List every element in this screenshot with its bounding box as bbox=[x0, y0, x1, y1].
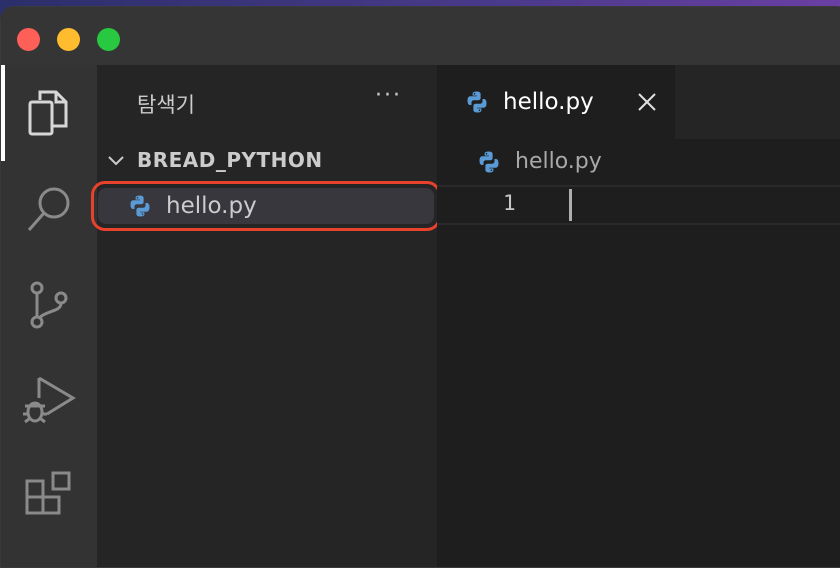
breadcrumb[interactable]: hello.py bbox=[477, 149, 602, 174]
source-control-icon bbox=[30, 281, 68, 329]
extensions-activity[interactable] bbox=[1, 449, 97, 545]
python-file-icon bbox=[130, 195, 150, 217]
minimize-window-button[interactable] bbox=[57, 28, 80, 51]
python-file-icon bbox=[479, 151, 499, 172]
tab-label: hello.py bbox=[503, 89, 594, 115]
run-debug-activity[interactable] bbox=[1, 353, 97, 449]
editor-area: hello.py hello.py 1 bbox=[437, 65, 840, 567]
chevron-down-icon bbox=[108, 156, 124, 166]
vscode-window: 탐색기 ··· BREAD_PYTHON hello.py hello.py h… bbox=[0, 6, 840, 568]
extensions-icon bbox=[25, 471, 71, 515]
python-file-icon bbox=[467, 91, 487, 113]
file-item-inner: hello.py bbox=[98, 188, 434, 224]
line-number: 1 bbox=[503, 191, 516, 215]
source-control-activity[interactable] bbox=[1, 257, 97, 353]
title-bar bbox=[1, 7, 840, 65]
close-icon[interactable] bbox=[635, 90, 659, 114]
explorer-sidebar: 탐색기 ··· BREAD_PYTHON hello.py bbox=[91, 65, 441, 567]
activity-bar bbox=[1, 65, 97, 567]
tab-hello-py[interactable]: hello.py bbox=[437, 65, 675, 139]
search-icon bbox=[27, 187, 70, 231]
breadcrumb-file: hello.py bbox=[515, 149, 602, 174]
search-activity[interactable] bbox=[1, 161, 97, 257]
more-actions-button[interactable]: ··· bbox=[375, 83, 402, 108]
folder-name: BREAD_PYTHON bbox=[137, 148, 323, 172]
zoom-window-button[interactable] bbox=[97, 28, 120, 51]
run-debug-icon bbox=[23, 376, 76, 424]
file-item-hello-py[interactable]: hello.py bbox=[91, 181, 441, 231]
editor-line[interactable]: 1 bbox=[437, 185, 840, 225]
files-icon bbox=[28, 90, 68, 136]
folder-header[interactable]: BREAD_PYTHON bbox=[105, 145, 323, 175]
explorer-title: 탐색기 bbox=[137, 93, 195, 117]
file-name: hello.py bbox=[166, 193, 257, 219]
text-cursor bbox=[569, 189, 572, 221]
close-window-button[interactable] bbox=[17, 28, 40, 51]
tab-bar: hello.py bbox=[437, 65, 840, 139]
explorer-activity[interactable] bbox=[1, 65, 97, 161]
